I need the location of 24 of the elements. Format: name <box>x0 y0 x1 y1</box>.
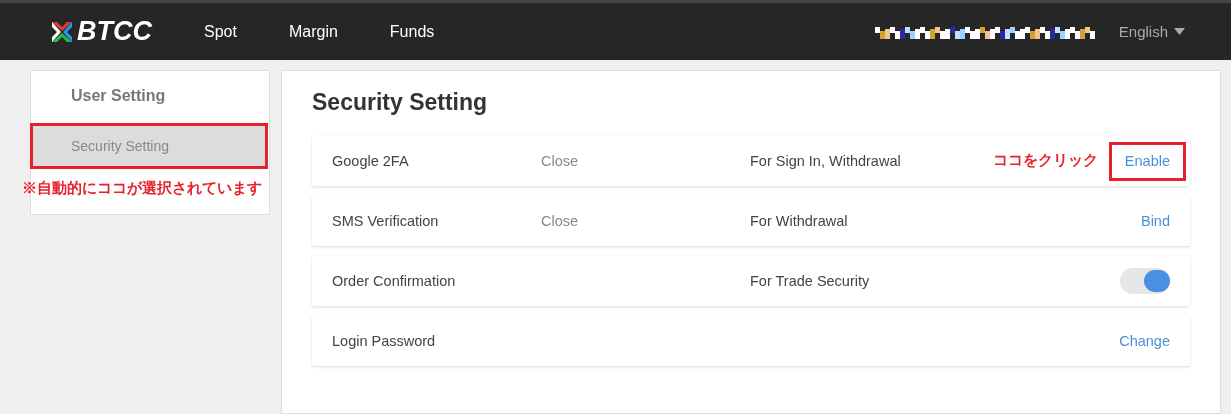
annotation-text: ※自動的にココが選択されています <box>22 179 262 198</box>
setting-name: Login Password <box>332 333 436 349</box>
annotation-text: ココをクリック <box>993 151 1098 170</box>
setting-name: SMS Verification <box>332 213 439 229</box>
setting-name: Order Confirmation <box>332 273 456 289</box>
caret-icon <box>1174 28 1185 35</box>
purpose-text: For Trade Security <box>750 273 870 289</box>
language-selector[interactable]: English <box>1118 23 1185 40</box>
action-link[interactable]: Change <box>1119 333 1170 349</box>
setting-name: Google 2FA <box>332 153 409 169</box>
action-link[interactable]: Bind <box>1140 213 1170 229</box>
toggle-switch[interactable] <box>1120 268 1170 294</box>
status-text: Close <box>541 213 579 229</box>
action-link[interactable]: Enable <box>1108 141 1186 181</box>
purpose-text: For Withdrawal <box>750 213 848 229</box>
nav-link[interactable]: Funds <box>389 22 435 41</box>
logo-icon <box>50 19 74 44</box>
sidebar-title: User Setting <box>70 86 167 106</box>
brand-logo[interactable]: BTCC <box>77 16 152 47</box>
status-text: Close <box>541 153 579 169</box>
nav-link[interactable]: Margin <box>288 22 338 41</box>
page-title: Security Setting <box>312 89 489 117</box>
purpose-text: For Sign In, Withdrawal <box>750 153 901 169</box>
nav-link[interactable]: Spot <box>204 22 237 41</box>
